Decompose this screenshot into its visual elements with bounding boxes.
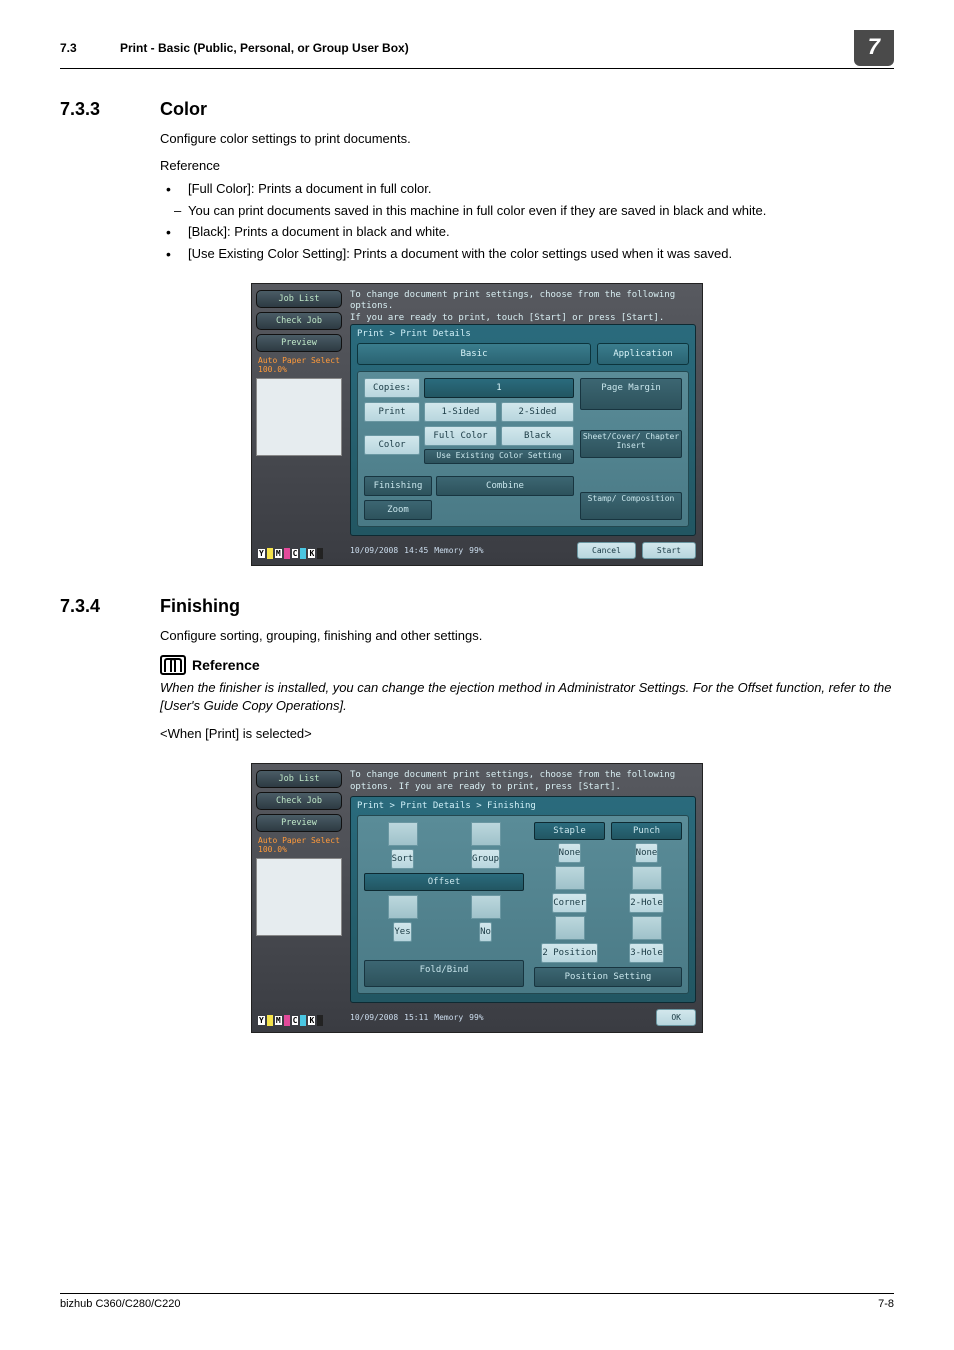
staple-corner-button[interactable]: Corner <box>552 893 587 913</box>
preview-tab[interactable]: Preview <box>256 334 342 352</box>
section-intro: Configure color settings to print docume… <box>160 130 894 148</box>
staple-2position-button[interactable]: 2 Position <box>541 943 597 963</box>
black-button[interactable]: Black <box>501 426 574 446</box>
punch-3hole-button[interactable]: 3-Hole <box>629 943 664 963</box>
punch-none-button[interactable]: None <box>635 843 659 863</box>
staple-heading: Staple <box>534 822 605 840</box>
section-number: 7.3.3 <box>60 99 160 120</box>
footer-page-number: 7-8 <box>878 1298 894 1310</box>
position-setting-button[interactable]: Position Setting <box>534 967 682 987</box>
section-title: Finishing <box>160 596 240 617</box>
ok-button[interactable]: OK <box>656 1009 696 1026</box>
copies-label: Copies: <box>364 378 420 398</box>
job-list-tab[interactable]: Job List <box>256 290 342 308</box>
check-job-tab[interactable]: Check Job <box>256 792 342 810</box>
staple-corner-icon <box>555 866 585 890</box>
staple-2pos-icon <box>555 916 585 940</box>
page-header: 7.3 Print - Basic (Public, Personal, or … <box>60 30 894 69</box>
full-color-button[interactable]: Full Color <box>424 426 497 446</box>
memory-label: Memory <box>434 546 463 555</box>
offset-heading: Offset <box>364 873 524 891</box>
check-job-tab[interactable]: Check Job <box>256 312 342 330</box>
finishing-button[interactable]: Finishing <box>364 476 432 496</box>
toner-levels: Y M C K <box>258 548 323 559</box>
two-sided-button[interactable]: 2-Sided <box>501 402 574 422</box>
toner-levels: Y M C K <box>258 1015 323 1026</box>
offset-yes-icon <box>388 895 418 919</box>
staple-none-button[interactable]: None <box>558 843 582 863</box>
msg-line: If you are ready to print, touch [Start]… <box>350 313 664 323</box>
combine-button[interactable]: Combine <box>436 476 574 496</box>
msg-line: To change document print settings, choos… <box>350 290 675 311</box>
section-heading-color: 7.3.3 Color <box>60 99 894 120</box>
sheet-cover-button[interactable]: Sheet/Cover/ Chapter Insert <box>580 430 682 458</box>
start-button[interactable]: Start <box>642 542 696 559</box>
auto-paper-select: Auto Paper Select 100.0% <box>258 836 342 854</box>
fold-bind-button[interactable]: Fold/Bind <box>364 960 524 987</box>
section-intro: Configure sorting, grouping, finishing a… <box>160 627 894 645</box>
reference-icon <box>160 655 186 675</box>
reference-heading: Reference <box>192 657 260 673</box>
reference-note: When the finisher is installed, you can … <box>160 679 894 715</box>
breadcrumb: Print > Print Details > Finishing <box>357 801 689 811</box>
preview-tab[interactable]: Preview <box>256 814 342 832</box>
group-icon <box>471 822 501 846</box>
memory-value: 99% <box>469 546 483 555</box>
zoom-button[interactable]: Zoom <box>364 500 432 520</box>
footer-time: 15:11 <box>404 1013 428 1022</box>
job-list-tab[interactable]: Job List <box>256 770 342 788</box>
group-button[interactable]: Group <box>471 849 500 869</box>
page-margin-button[interactable]: Page Margin <box>580 378 682 410</box>
application-tab[interactable]: Application <box>597 343 689 365</box>
stamp-composition-button[interactable]: Stamp/ Composition <box>580 492 682 520</box>
chapter-chip: 7 <box>854 30 894 66</box>
auto-paper-select: Auto Paper Select 100.0% <box>258 356 342 374</box>
sort-button[interactable]: Sort <box>391 849 415 869</box>
instruction-text: To change document print settings, choos… <box>350 770 696 796</box>
one-sided-button[interactable]: 1-Sided <box>424 402 497 422</box>
sort-icon <box>388 822 418 846</box>
offset-no-icon <box>471 895 501 919</box>
reference-label: Reference <box>160 158 894 173</box>
list-item: [Black]: Prints a document in black and … <box>160 222 894 242</box>
footer-date: 10/09/2008 <box>350 1013 398 1022</box>
offset-no-button[interactable]: No <box>479 922 492 942</box>
list-item: [Full Color]: Prints a document in full … <box>160 179 894 199</box>
cancel-button[interactable]: Cancel <box>577 542 636 559</box>
list-item: You can print documents saved in this ma… <box>160 201 894 221</box>
punch-heading: Punch <box>611 822 682 840</box>
screenshot-print-details-finishing: Job List Check Job Preview Auto Paper Se… <box>251 763 703 1033</box>
screenshot-print-details-basic: Job List Check Job Preview Auto Paper Se… <box>251 283 703 566</box>
preview-thumbnail <box>256 378 342 456</box>
footer-time: 14:45 <box>404 546 428 555</box>
header-section-number: 7.3 <box>60 41 120 55</box>
selection-label: <When [Print] is selected> <box>160 725 894 743</box>
section-number: 7.3.4 <box>60 596 160 617</box>
punch-2hole-icon <box>632 866 662 890</box>
page-footer: bizhub C360/C280/C220 7-8 <box>60 1293 894 1310</box>
use-existing-color-button[interactable]: Use Existing Color Setting <box>424 449 574 464</box>
section-title: Color <box>160 99 207 120</box>
punch-2hole-button[interactable]: 2-Hole <box>629 893 664 913</box>
reference-list: [Full Color]: Prints a document in full … <box>160 179 894 263</box>
list-item: [Use Existing Color Setting]: Prints a d… <box>160 244 894 264</box>
offset-yes-button[interactable]: Yes <box>393 922 411 942</box>
basic-tab[interactable]: Basic <box>357 343 591 365</box>
instruction-text: To change document print settings, choos… <box>350 290 696 324</box>
punch-3hole-icon <box>632 916 662 940</box>
footer-product: bizhub C360/C280/C220 <box>60 1298 180 1310</box>
breadcrumb: Print > Print Details <box>357 329 689 339</box>
memory-label: Memory <box>434 1013 463 1022</box>
color-label: Color <box>364 435 420 455</box>
header-title: Print - Basic (Public, Personal, or Grou… <box>120 41 854 55</box>
print-label: Print <box>364 402 420 422</box>
preview-thumbnail <box>256 858 342 936</box>
copies-value[interactable]: 1 <box>424 378 574 398</box>
memory-value: 99% <box>469 1013 483 1022</box>
section-heading-finishing: 7.3.4 Finishing <box>60 596 894 617</box>
footer-date: 10/09/2008 <box>350 546 398 555</box>
